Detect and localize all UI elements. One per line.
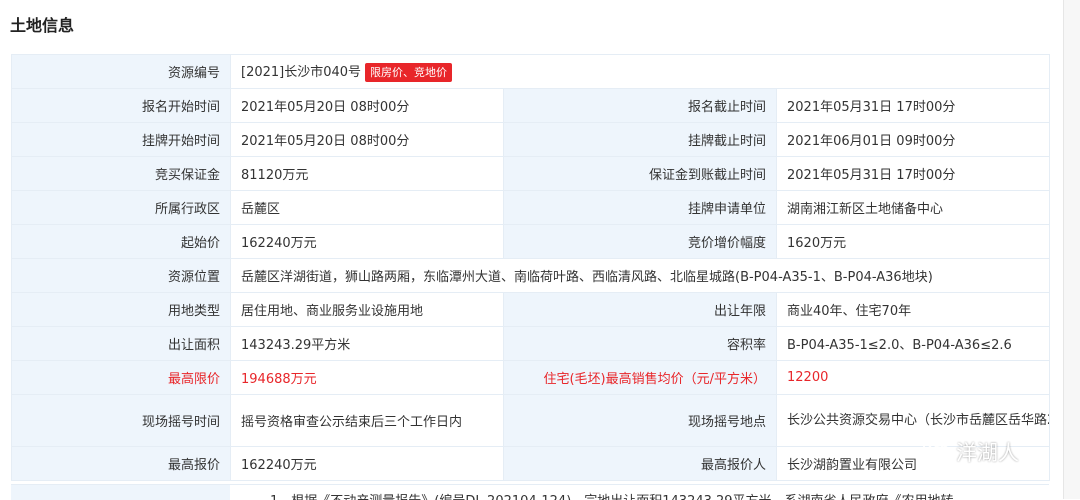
deposit-deadline-label: 保证金到账截止时间 <box>503 156 777 191</box>
location-value: 岳麓区洋湖街道，狮山路两厢，东临潭州大道、南临荷叶路、西临清风路、北临星城路(B… <box>229 258 1051 293</box>
watermark-text: 洋湖人 <box>956 441 1019 465</box>
max-price-value: 194688万元 <box>230 360 504 395</box>
start-price-label: 起始价 <box>11 224 231 259</box>
list-start-label: 挂牌开始时间 <box>11 122 231 157</box>
wechat-icon <box>922 437 952 468</box>
table-row: 报名开始时间 2021年05月20日 08时00分 报名截止时间 2021年05… <box>11 88 1051 123</box>
table-row: 资源编号 [2021]长沙市040号 限房价、竞地价 <box>11 54 1051 89</box>
table-row: 最高报价 162240万元 最高报价人 长沙湖韵置业有限公司 <box>11 446 1051 481</box>
table-row: 挂牌开始时间 2021年05月20日 08时00分 挂牌截止时间 2021年06… <box>11 122 1051 157</box>
reg-start-label: 报名开始时间 <box>11 88 231 123</box>
increment-value: 1620万元 <box>775 224 1051 259</box>
list-end-value: 2021年06月01日 09时00分 <box>775 122 1051 157</box>
start-price-value: 162240万元 <box>230 224 504 259</box>
vertical-scrollbar[interactable] <box>1063 0 1080 499</box>
district-label: 所属行政区 <box>11 190 231 225</box>
resource-id-value: [2021]长沙市040号 <box>241 65 362 80</box>
list-start-value: 2021年05月20日 08时00分 <box>230 122 504 157</box>
lottery-place-label: 现场摇号地点 <box>503 394 777 447</box>
max-avg-price-label: 住宅(毛坯)最高销售均价（元/平方米） <box>503 360 777 395</box>
far-label: 容积率 <box>503 326 777 361</box>
table-row: 出让面积 143243.29平方米 容积率 B-P04-A35-1≤2.0、B-… <box>11 326 1051 361</box>
top-bid-value: 162240万元 <box>230 446 504 481</box>
section-title: 土地信息 <box>10 16 75 35</box>
table-row: 用地类型 居住用地、商业服务业设施用地 出让年限 商业40年、住宅70年 <box>11 292 1051 327</box>
deposit-deadline-value: 2021年05月31日 17时00分 <box>775 156 1051 191</box>
table-row: 所属行政区 岳麓区 挂牌申请单位 湖南湘江新区土地储备中心 <box>11 190 1051 225</box>
area-label: 出让面积 <box>11 326 231 361</box>
list-end-label: 挂牌截止时间 <box>503 122 777 157</box>
top-bidder-label: 最高报价人 <box>503 446 777 481</box>
term-value: 商业40年、住宅70年 <box>775 292 1051 327</box>
max-price-label: 最高限价 <box>11 360 231 395</box>
applicant-label: 挂牌申请单位 <box>503 190 777 225</box>
resource-id-label: 资源编号 <box>11 54 231 89</box>
table-row: 现场摇号时间 摇号资格审查公示结束后三个工作日内 现场摇号地点 长沙公共资源交易… <box>11 394 1051 447</box>
land-use-label: 用地类型 <box>11 292 231 327</box>
applicant-value: 湖南湘江新区土地储备中心 <box>775 190 1051 225</box>
land-info-table: 资源编号 [2021]长沙市040号 限房价、竞地价 报名开始时间 2021年05… <box>11 54 1051 481</box>
area-value: 143243.29平方米 <box>230 326 504 361</box>
max-avg-price-value: 12200 <box>775 360 1051 395</box>
note-row: 1、根据《不动产测量报告》(编号DL-202104-124)，宗地出让面积143… <box>11 484 1049 500</box>
reg-end-value: 2021年05月31日 17时00分 <box>775 88 1051 123</box>
table-row: 资源位置 岳麓区洋湖街道，狮山路两厢，东临潭州大道、南临荷叶路、西临清风路、北临… <box>11 258 1051 293</box>
resource-id-cell: [2021]长沙市040号 限房价、竞地价 <box>229 54 1051 89</box>
far-value: B-P04-A35-1≤2.0、B-P04-A36≤2.6 <box>775 326 1051 361</box>
land-use-value: 居住用地、商业服务业设施用地 <box>230 292 504 327</box>
location-label: 资源位置 <box>11 258 231 293</box>
reg-end-label: 报名截止时间 <box>503 88 777 123</box>
reg-start-value: 2021年05月20日 08时00分 <box>230 88 504 123</box>
district-value: 岳麓区 <box>230 190 504 225</box>
deposit-label: 竞买保证金 <box>11 156 231 191</box>
deposit-value: 81120万元 <box>230 156 504 191</box>
lottery-time-label: 现场摇号时间 <box>11 394 231 447</box>
price-limit-badge: 限房价、竞地价 <box>365 63 453 82</box>
table-row: 最高限价 194688万元 住宅(毛坯)最高销售均价（元/平方米） 12200 <box>11 360 1051 395</box>
note-label-cell <box>11 485 230 500</box>
table-row: 竞买保证金 81120万元 保证金到账截止时间 2021年05月31日 17时0… <box>11 156 1051 191</box>
watermark: 洋湖人 <box>922 438 1019 466</box>
increment-label: 竞价增价幅度 <box>503 224 777 259</box>
top-bid-label: 最高报价 <box>11 446 231 481</box>
term-label: 出让年限 <box>503 292 777 327</box>
table-row: 起始价 162240万元 竞价增价幅度 1620万元 <box>11 224 1051 259</box>
lottery-time-value: 摇号资格审查公示结束后三个工作日内 <box>230 394 504 447</box>
